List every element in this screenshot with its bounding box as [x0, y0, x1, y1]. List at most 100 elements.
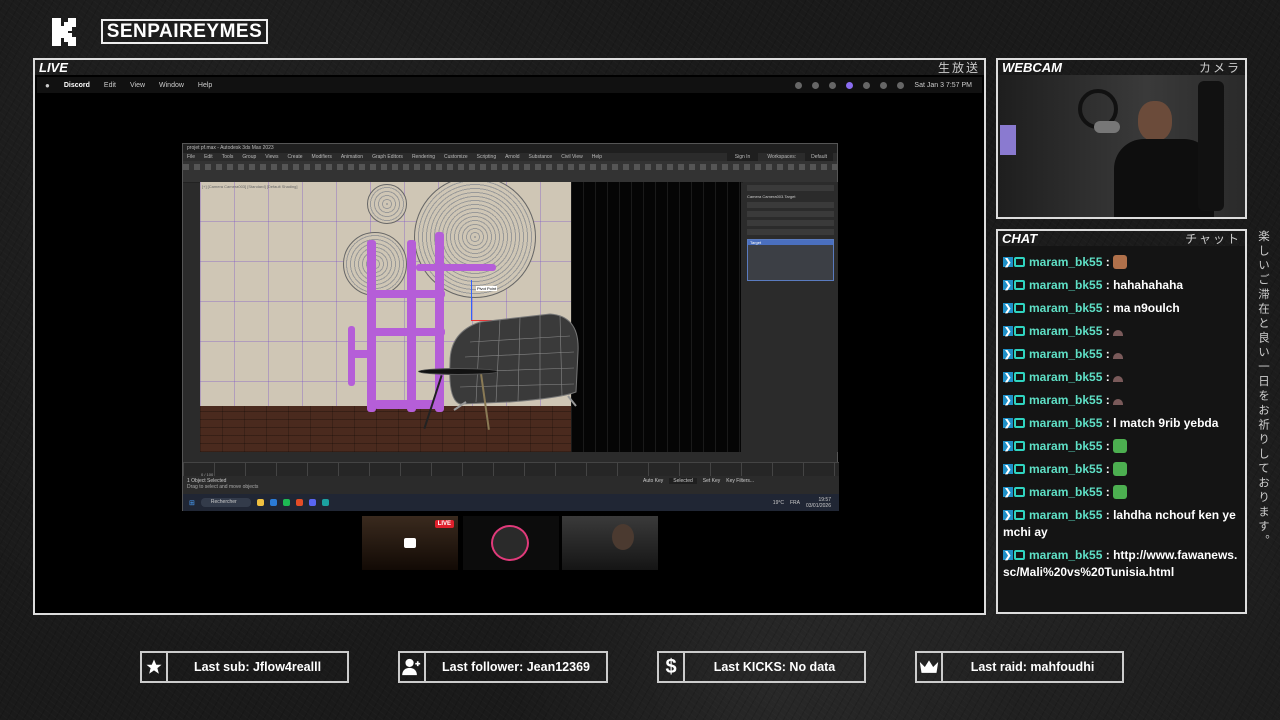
status-icon[interactable]	[846, 81, 854, 89]
subscriber-badge-icon	[1014, 510, 1025, 520]
modifier-stack[interactable]: Target	[747, 239, 834, 281]
kick-badge-icon	[1003, 484, 1013, 501]
menubar-app[interactable]: Discord	[64, 82, 90, 89]
main-toolbar[interactable]	[183, 161, 837, 183]
status-icon[interactable]	[812, 81, 820, 89]
status-icon[interactable]	[863, 81, 871, 89]
chat-message: maram_bk55 :	[1003, 438, 1241, 455]
chrome-icon[interactable]	[295, 499, 303, 506]
chat-username[interactable]: maram_bk55	[1029, 347, 1102, 361]
menu-edit[interactable]: Edit	[204, 153, 213, 161]
menu-file[interactable]: File	[187, 153, 195, 161]
edge-icon[interactable]	[269, 499, 277, 506]
menu-group[interactable]: Group	[242, 153, 256, 161]
pepe-emote-icon	[1113, 439, 1128, 453]
gizmo-tooltip: Pivot Point	[476, 286, 498, 291]
3dsmax-icon[interactable]	[321, 499, 329, 506]
status-bar: 1 Object Selected Drag to select and mov…	[183, 476, 839, 494]
menubar-item-window[interactable]: Window	[159, 82, 184, 89]
chat-message: maram_bk55 : lahdha nchouf ken yemchi ay	[1003, 507, 1241, 541]
menu-views[interactable]: Views	[265, 153, 278, 161]
subscriber-badge-icon	[1014, 441, 1025, 451]
key-controls: Auto Key Selected Set Key Key Filters...	[643, 478, 754, 484]
last-raid-text: Last raid: mahfoudhi	[970, 660, 1095, 674]
explorer-icon[interactable]	[256, 499, 264, 506]
chat-username[interactable]: maram_bk55	[1029, 416, 1102, 430]
chat-username[interactable]: maram_bk55	[1029, 278, 1102, 292]
last-kicks-text: Last KICKS: No data	[713, 660, 836, 674]
battery-icon[interactable]	[897, 81, 905, 89]
menu-help[interactable]: Help	[592, 153, 602, 161]
chat-username[interactable]: maram_bk55	[1029, 548, 1102, 562]
purple-light	[1000, 125, 1016, 155]
chat-username[interactable]: maram_bk55	[1029, 255, 1102, 269]
max-menubar: File Edit Tools Group Views Create Modif…	[183, 153, 837, 161]
chat-username[interactable]: maram_bk55	[1029, 508, 1102, 522]
menu-create[interactable]: Create	[288, 153, 303, 161]
menu-scripting[interactable]: Scripting	[477, 153, 496, 161]
subscriber-badge-icon	[1014, 418, 1025, 428]
menu-substance[interactable]: Substance	[529, 153, 553, 161]
menubar-item-view[interactable]: View	[130, 82, 145, 89]
modifier-stack-item[interactable]: Target	[748, 240, 833, 245]
panel-row	[747, 220, 834, 226]
chat-message: maram_bk55 :	[1003, 484, 1241, 501]
chat-separator: :	[1102, 548, 1114, 562]
sign-in-button[interactable]: Sign In	[726, 153, 759, 161]
timeline[interactable]: 0 / 100	[183, 462, 839, 477]
taskbar-search[interactable]: Rechercher	[200, 498, 251, 507]
last-kicks-box: $ Last KICKS: No data	[657, 651, 866, 683]
apple-icon[interactable]: ●	[45, 81, 50, 90]
chat-separator: :	[1102, 370, 1114, 384]
chat-username[interactable]: maram_bk55	[1029, 324, 1102, 338]
camera-viewport[interactable]: [+] [Camera Camera003] [Standard] [Defau…	[200, 182, 741, 452]
key-filters-button[interactable]: Key Filters...	[726, 478, 754, 484]
rack-bar	[348, 326, 355, 386]
status-icon[interactable]	[829, 81, 837, 89]
menu-customize[interactable]: Customize	[444, 153, 468, 161]
panel-tabs[interactable]	[747, 185, 834, 191]
live-panel-header: LIVE 生放送	[33, 58, 986, 75]
menu-animation[interactable]: Animation	[341, 153, 363, 161]
menu-arnold[interactable]: Arnold	[505, 153, 519, 161]
chat-username[interactable]: maram_bk55	[1029, 439, 1102, 453]
chat-username[interactable]: maram_bk55	[1029, 301, 1102, 315]
menu-civil-view[interactable]: Civil View	[561, 153, 583, 161]
spotify-icon[interactable]	[282, 499, 290, 506]
live-badge: LIVE	[434, 520, 454, 528]
chat-separator: :	[1102, 393, 1114, 407]
subscriber-badge-icon	[1014, 326, 1025, 336]
star-icon	[142, 653, 168, 681]
chat-message: maram_bk55 : ma n9oulch	[1003, 300, 1241, 317]
small-emote-icon	[1113, 353, 1124, 359]
set-key-button[interactable]: Set Key	[703, 478, 721, 484]
workspaces-dropdown[interactable]: Default	[805, 153, 833, 161]
selected-dropdown[interactable]: Selected	[669, 478, 697, 484]
kick-logo-icon	[52, 18, 76, 46]
chat-separator: :	[1102, 301, 1114, 315]
last-sub-text: Last sub: Jflow4realll	[193, 660, 322, 674]
windows-start-icon[interactable]: ⊞	[189, 499, 195, 507]
viewport-label: [+] [Camera Camera003] [Standard] [Defau…	[202, 184, 298, 189]
thumbnail-webcam[interactable]	[562, 516, 658, 570]
chat-username[interactable]: maram_bk55	[1029, 393, 1102, 407]
menubar-item-help[interactable]: Help	[198, 82, 212, 89]
streamer-head	[1138, 101, 1172, 141]
thumbnail-avatar[interactable]	[463, 516, 559, 570]
menubar-item-edit[interactable]: Edit	[104, 82, 116, 89]
status-icon[interactable]	[795, 81, 803, 89]
auto-key-button[interactable]: Auto Key	[643, 478, 663, 484]
chat-username[interactable]: maram_bk55	[1029, 485, 1102, 499]
menu-rendering[interactable]: Rendering	[412, 153, 435, 161]
chat-username[interactable]: maram_bk55	[1029, 370, 1102, 384]
discord-icon[interactable]	[308, 499, 316, 506]
wifi-icon[interactable]	[880, 81, 888, 89]
kick-badge-icon	[1003, 392, 1013, 409]
menu-tools[interactable]: Tools	[222, 153, 234, 161]
menu-graph-editors[interactable]: Graph Editors	[372, 153, 403, 161]
game-light-icon	[404, 538, 416, 548]
wall-disc	[367, 184, 407, 224]
chat-username[interactable]: maram_bk55	[1029, 462, 1102, 476]
menu-modifiers[interactable]: Modifiers	[312, 153, 332, 161]
thumbnail-game[interactable]: LIVE	[362, 516, 458, 570]
